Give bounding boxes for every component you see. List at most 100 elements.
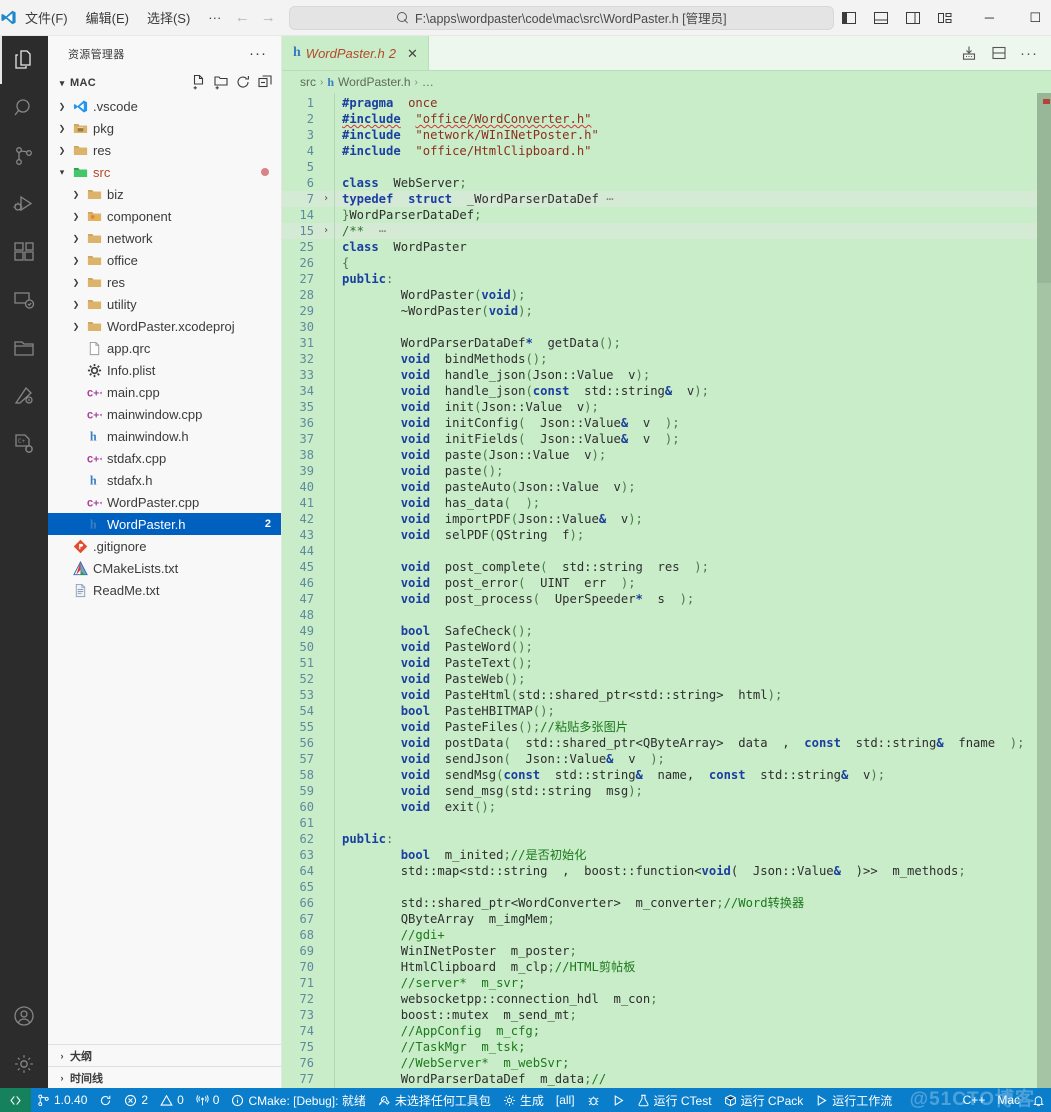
chevron-right-icon[interactable]: ❯ bbox=[68, 190, 84, 199]
code-line[interactable]: 73 boost::mutex m_send_mt; bbox=[282, 1007, 1037, 1023]
tree-file-main.cpp[interactable]: C++main.cpp bbox=[48, 381, 281, 403]
code-line[interactable]: 62public: bbox=[282, 831, 1037, 847]
sidebar-item-extensions[interactable] bbox=[0, 228, 48, 276]
toggle-secondary-sidebar-icon[interactable] bbox=[898, 5, 928, 31]
code-line[interactable]: 69 WinINetPoster m_poster; bbox=[282, 943, 1037, 959]
minimize-button[interactable]: ─ bbox=[966, 0, 1012, 35]
tree-file-ReadMe.txt[interactable]: ReadMe.txt bbox=[48, 579, 281, 601]
code-line[interactable]: 33 void handle_json(Json::Value v); bbox=[282, 367, 1037, 383]
fold-chevron-icon[interactable]: › bbox=[318, 223, 334, 239]
code-line[interactable]: 2#include "office/WordConverter.h" bbox=[282, 111, 1037, 127]
tree-file-app.qrc[interactable]: app.qrc bbox=[48, 337, 281, 359]
status-item-errors[interactable]: 2 bbox=[118, 1088, 154, 1112]
tree-folder-res[interactable]: ❯res bbox=[48, 139, 281, 161]
sidebar-item-run-debug[interactable] bbox=[0, 180, 48, 228]
status-item-cmake-build[interactable]: 生成 bbox=[497, 1088, 550, 1112]
code-line[interactable]: 30 bbox=[282, 319, 1037, 335]
code-line[interactable]: 61 bbox=[282, 815, 1037, 831]
code-line[interactable]: 63 bool m_inited;//是否初始化 bbox=[282, 847, 1037, 863]
breadcrumb-src[interactable]: src bbox=[300, 75, 316, 89]
tree-file-mainwindow.h[interactable]: hmainwindow.h bbox=[48, 425, 281, 447]
code-line[interactable]: 57 void sendJson( Json::Value& v ); bbox=[282, 751, 1037, 767]
code-line[interactable]: 26{ bbox=[282, 255, 1037, 271]
code-line[interactable]: 31 WordParserDataDef* getData(); bbox=[282, 335, 1037, 351]
tree-folder-office[interactable]: ❯office bbox=[48, 249, 281, 271]
code-line[interactable]: 70 HtmlClipboard m_clp;//HTML剪帖板 bbox=[282, 959, 1037, 975]
code-line[interactable]: 52 void PasteWeb(); bbox=[282, 671, 1037, 687]
menu-edit[interactable]: 编辑(E) bbox=[78, 5, 137, 30]
code-line[interactable]: 51 void PasteText(); bbox=[282, 655, 1037, 671]
code-line[interactable]: 66 std::shared_ptr<WordConverter> m_conv… bbox=[282, 895, 1037, 911]
tree-folder-component[interactable]: ❯component bbox=[48, 205, 281, 227]
code-line[interactable]: 58 void sendMsg(const std::string& name,… bbox=[282, 767, 1037, 783]
status-item-language-mode[interactable]: C++ bbox=[957, 1088, 992, 1112]
tree-file-mainwindow.cpp[interactable]: C++mainwindow.cpp bbox=[48, 403, 281, 425]
code-line[interactable]: 32 void bindMethods(); bbox=[282, 351, 1037, 367]
code-line[interactable]: 40 void pasteAuto(Json::Value v); bbox=[282, 479, 1037, 495]
chevron-right-icon[interactable]: ❯ bbox=[68, 234, 84, 243]
tree-file-WordPaster.cpp[interactable]: C++WordPaster.cpp bbox=[48, 491, 281, 513]
customize-layout-icon[interactable] bbox=[930, 5, 960, 31]
more-actions-icon[interactable]: ··· bbox=[1015, 39, 1043, 67]
tree-file-stdafx.cpp[interactable]: C++stdafx.cpp bbox=[48, 447, 281, 469]
code-line[interactable]: 42 void importPDF(Json::Value& v); bbox=[282, 511, 1037, 527]
code-line[interactable]: 43 void selPDF(QString f); bbox=[282, 527, 1037, 543]
code-viewport[interactable]: 1#pragma once2#include "office/WordConve… bbox=[282, 93, 1037, 1088]
chevron-right-icon[interactable]: ❯ bbox=[68, 300, 84, 309]
status-item-cmake-debug[interactable] bbox=[581, 1088, 606, 1112]
chevron-right-icon[interactable]: ❯ bbox=[68, 278, 84, 287]
accounts-icon[interactable] bbox=[0, 992, 48, 1040]
code-line[interactable]: 47 void post_process( UperSpeeder* s ); bbox=[282, 591, 1037, 607]
chevron-down-icon[interactable]: ▾ bbox=[54, 167, 70, 178]
tree-file-.gitignore[interactable]: .gitignore bbox=[48, 535, 281, 557]
code-line[interactable]: 15›/** ⋯ bbox=[282, 223, 1037, 239]
code-line[interactable]: 25class WordPaster bbox=[282, 239, 1037, 255]
collapse-all-icon[interactable] bbox=[257, 74, 273, 93]
code-editor[interactable]: 1#pragma once2#include "office/WordConve… bbox=[282, 93, 1051, 1088]
outline-panel-header[interactable]: › 大纲 bbox=[48, 1044, 281, 1066]
chevron-right-icon[interactable]: ❯ bbox=[68, 322, 84, 331]
sidebar-item-source-control[interactable] bbox=[0, 132, 48, 180]
menu-more[interactable]: ··· bbox=[200, 7, 229, 28]
code-line[interactable]: 67 QByteArray m_imgMem; bbox=[282, 911, 1037, 927]
sidebar-item-explorer[interactable] bbox=[0, 36, 48, 84]
status-item-sync[interactable] bbox=[93, 1088, 118, 1112]
tree-folder-.vscode[interactable]: ❯.vscode bbox=[48, 95, 281, 117]
new-file-icon[interactable] bbox=[191, 74, 207, 93]
code-line[interactable]: 46 void post_error( UINT err ); bbox=[282, 575, 1037, 591]
file-tree[interactable]: ❯.vscode❯pkg❯res▾src❯biz❯component❯netwo… bbox=[48, 95, 281, 1044]
status-item-config-mac[interactable]: Mac bbox=[991, 1088, 1026, 1112]
menu-selection[interactable]: 选择(S) bbox=[139, 5, 198, 30]
status-item-cmake-kit[interactable]: 未选择任何工具包 bbox=[372, 1088, 497, 1112]
code-line[interactable]: 28 WordPaster(void); bbox=[282, 287, 1037, 303]
maximize-button[interactable]: ☐ bbox=[1012, 0, 1051, 35]
breadcrumb-file[interactable]: WordPaster.h bbox=[338, 75, 410, 89]
code-line[interactable]: 6class WebServer; bbox=[282, 175, 1037, 191]
navigate-forward-button[interactable]: → bbox=[255, 7, 281, 29]
code-line[interactable]: 72 websocketpp::connection_hdl m_con; bbox=[282, 991, 1037, 1007]
explorer-more-actions-icon[interactable]: ··· bbox=[249, 45, 273, 62]
tree-folder-network[interactable]: ❯network bbox=[48, 227, 281, 249]
sidebar-item-search[interactable] bbox=[0, 84, 48, 132]
breadcrumb[interactable]: src › h WordPaster.h › … bbox=[282, 71, 1051, 93]
code-line[interactable]: 1#pragma once bbox=[282, 95, 1037, 111]
status-item-run-workflow[interactable]: 运行工作流 bbox=[809, 1088, 898, 1112]
code-line[interactable]: 3#include "network/WInINetPoster.h" bbox=[282, 127, 1037, 143]
code-line[interactable]: 74 //AppConfig m_cfg; bbox=[282, 1023, 1037, 1039]
tree-folder-pkg[interactable]: ❯pkg bbox=[48, 117, 281, 139]
code-line[interactable]: 53 void PasteHtml(std::shared_ptr<std::s… bbox=[282, 687, 1037, 703]
menu-bar[interactable]: 文件(F) 编辑(E) 选择(S) ··· bbox=[17, 5, 229, 30]
code-line[interactable]: 55 void PasteFiles();//粘贴多张图片 bbox=[282, 719, 1037, 735]
new-folder-icon[interactable] bbox=[213, 74, 229, 93]
code-line[interactable]: 38 void paste(Json::Value v); bbox=[282, 447, 1037, 463]
gear-icon[interactable] bbox=[0, 1040, 48, 1088]
tree-folder-res[interactable]: ❯res bbox=[48, 271, 281, 293]
sidebar-item-folder[interactable] bbox=[0, 324, 48, 372]
tree-file-WordPaster.h[interactable]: hWordPaster.h2 bbox=[48, 513, 281, 535]
timeline-panel-header[interactable]: › 时间线 bbox=[48, 1066, 281, 1088]
code-line[interactable]: 35 void init(Json::Value v); bbox=[282, 399, 1037, 415]
command-center-search[interactable]: F:\apps\wordpaster\code\mac\src\WordPast… bbox=[289, 6, 834, 30]
toggle-panel-icon[interactable] bbox=[866, 5, 896, 31]
status-item-warnings[interactable]: 0 bbox=[154, 1088, 190, 1112]
code-line[interactable]: 5 bbox=[282, 159, 1037, 175]
